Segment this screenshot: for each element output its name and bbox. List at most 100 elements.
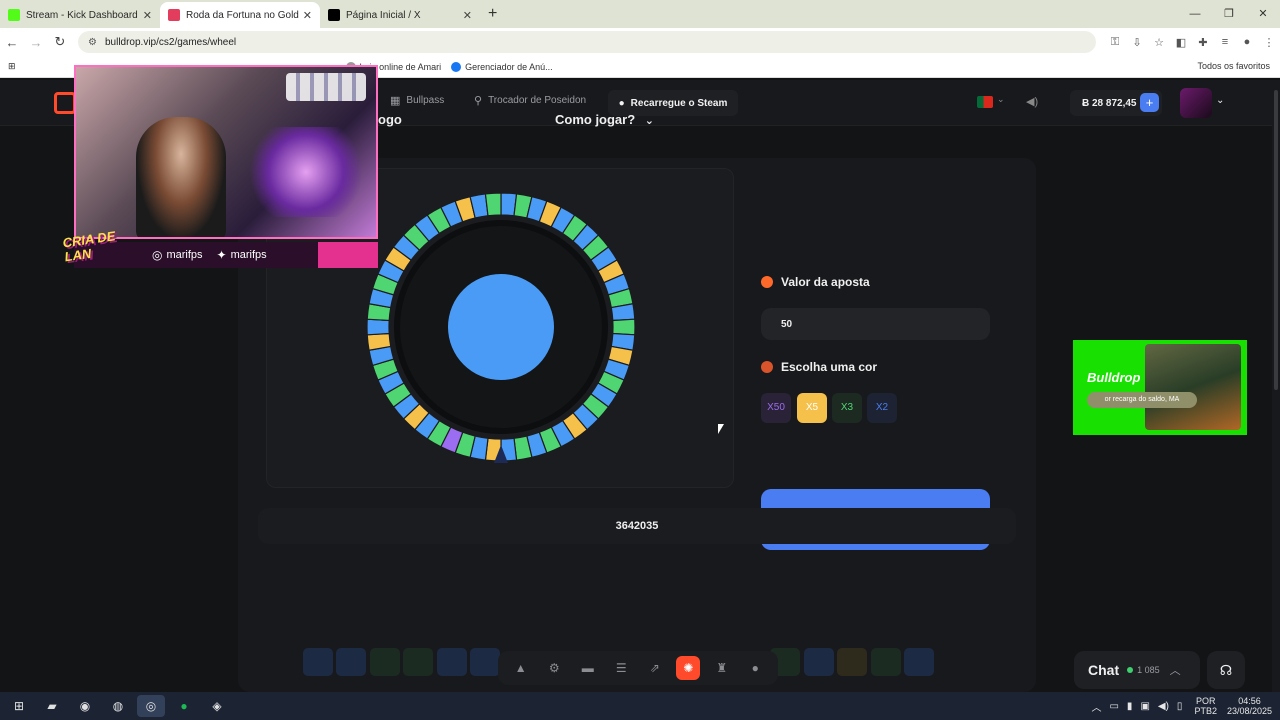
- scroll-thumb[interactable]: [1274, 90, 1278, 390]
- gear-icon[interactable]: ⚙: [542, 656, 566, 680]
- language-indicator[interactable]: POR PTB2: [1194, 696, 1217, 716]
- menu-icon[interactable]: ⋮: [1258, 36, 1280, 49]
- hex-lights: [286, 73, 366, 101]
- install-icon[interactable]: ⇩: [1126, 36, 1148, 49]
- choose-color-label: Escolha uma cor: [761, 360, 877, 374]
- keyboard-layout: PTB2: [1194, 706, 1217, 716]
- history-cell: [403, 648, 434, 676]
- back-icon[interactable]: ←: [0, 35, 24, 50]
- upgrade-icon[interactable]: ☰: [609, 656, 633, 680]
- bookmark-label: Gerenciador de Anú...: [465, 61, 553, 72]
- history-cell: [837, 648, 868, 676]
- all-bookmarks[interactable]: Todos os favoritos: [1197, 61, 1270, 71]
- language-flag-icon[interactable]: [977, 96, 993, 108]
- window-controls: — ❐ ✕: [1178, 0, 1280, 28]
- bet-amount-input[interactable]: 50: [761, 308, 990, 340]
- date: 23/08/2025: [1226, 706, 1272, 716]
- network-icon[interactable]: ▭: [1109, 701, 1118, 712]
- chevron-up-icon[interactable]: ︿: [1091, 699, 1101, 714]
- round-id-bar: 3642035: [258, 508, 1016, 544]
- chevron-down-icon[interactable]: ⌄: [1216, 95, 1224, 106]
- tab-label: Página Inicial / X: [346, 9, 421, 21]
- ad-cta: or recarga do saldo, MA: [1087, 392, 1197, 408]
- bulldrop-icon: [168, 9, 180, 21]
- profile-icon[interactable]: ●: [1236, 36, 1258, 49]
- tower-icon[interactable]: ♜: [710, 656, 734, 680]
- tab-label: Stream - Kick Dashboard: [26, 9, 138, 21]
- color-x2-button[interactable]: X2: [867, 393, 897, 423]
- chevron-down-icon[interactable]: ⌄: [997, 94, 1005, 105]
- stats-icon[interactable]: ⇗: [643, 656, 667, 680]
- extension-icon[interactable]: ◧: [1170, 36, 1192, 49]
- twitter-icon: ✦: [216, 248, 227, 262]
- media-icon[interactable]: ≡: [1214, 36, 1236, 49]
- apps-icon[interactable]: ⊞: [8, 61, 16, 72]
- promo-banner[interactable]: Bulldrop or recarga do saldo, MA: [1073, 340, 1247, 435]
- star-icon[interactable]: ☆: [1148, 36, 1170, 49]
- chevron-up-icon: ︿: [1169, 665, 1181, 677]
- bookmark-item[interactable]: Gerenciador de Anú...: [451, 61, 553, 72]
- color-x3-button[interactable]: X3: [832, 393, 862, 423]
- site-info-icon[interactable]: ⚙: [88, 37, 97, 48]
- key-icon[interactable]: ⚿: [1104, 36, 1126, 49]
- wheel-icon[interactable]: ✺: [676, 656, 701, 680]
- nav-trader[interactable]: ⚲ Trocador de Poseidon: [474, 94, 586, 107]
- mouse-cursor: [718, 424, 724, 434]
- support-headset-icon[interactable]: ☊: [1207, 651, 1245, 689]
- sound-icon[interactable]: ◀): [1026, 95, 1038, 108]
- webcam-overlay: [74, 65, 378, 239]
- forward-icon[interactable]: →: [24, 35, 48, 50]
- bet-amount-label: Valor da aposta: [761, 275, 870, 289]
- close-icon[interactable]: ✕: [143, 9, 152, 22]
- history-cell: [904, 648, 935, 676]
- windows-start-icon[interactable]: ⊞: [5, 695, 33, 717]
- color-x5-button[interactable]: X5: [797, 393, 827, 423]
- new-tab-button[interactable]: +: [488, 2, 497, 28]
- cases-icon[interactable]: ▬: [576, 656, 600, 680]
- bomb-icon[interactable]: ●: [743, 656, 767, 680]
- reload-icon[interactable]: ↻: [48, 34, 72, 50]
- volume-icon[interactable]: ◀): [1158, 701, 1169, 712]
- avatar[interactable]: [1180, 88, 1212, 118]
- deposit-button[interactable]: +: [1140, 93, 1159, 112]
- wheel-center: [448, 274, 554, 380]
- display-icon[interactable]: ▣: [1140, 701, 1149, 712]
- spotify-icon[interactable]: ●: [170, 695, 198, 717]
- history-cell: [469, 648, 500, 676]
- app-icon[interactable]: ◍: [104, 695, 132, 717]
- close-icon[interactable]: ✕: [463, 9, 472, 22]
- how-to-play-dropdown[interactable]: Como jogar? ⌄: [555, 112, 654, 127]
- puzzle-icon[interactable]: ✚: [1192, 36, 1214, 49]
- tab-wheel-game[interactable]: Roda da Fortuna no Gold Stand ✕: [160, 2, 320, 28]
- mic-icon[interactable]: ▮: [1127, 701, 1133, 712]
- restore-button[interactable]: ❐: [1212, 0, 1246, 28]
- chevron-down-icon: ⌄: [644, 115, 655, 127]
- windows-taskbar: ⊞ ▰ ◉ ◍ ◎ ● ◈ ︿ ▭ ▮ ▣ ◀) ▯ POR PTB2 04:5…: [0, 692, 1280, 720]
- chat-button[interactable]: Chat 1 085 ︿: [1074, 651, 1200, 689]
- bulldrop-logo[interactable]: [54, 92, 76, 114]
- chrome-icon[interactable]: ◎: [137, 695, 165, 717]
- steam-icon[interactable]: ◈: [203, 695, 231, 717]
- battery-icon[interactable]: ▯: [1177, 701, 1183, 712]
- coins-icon: [761, 276, 773, 288]
- label-text: Valor da aposta: [781, 275, 870, 289]
- x-icon: [328, 9, 340, 21]
- balance-value: Ƀ 28 872,45: [1082, 97, 1137, 109]
- minimize-button[interactable]: —: [1178, 0, 1212, 28]
- url-field[interactable]: ⚙ bulldrop.vip/cs2/games/wheel: [78, 31, 1096, 53]
- nav-bullpass[interactable]: ▦ Bullpass: [390, 94, 444, 107]
- tab-kick-dashboard[interactable]: Stream - Kick Dashboard ✕: [0, 2, 160, 28]
- history-cell: [303, 648, 333, 676]
- tab-x-home[interactable]: Página Inicial / X ✕: [320, 2, 480, 28]
- room-light: [246, 127, 366, 217]
- page-scrollbar[interactable]: [1272, 80, 1280, 692]
- wheel-segment: [366, 318, 390, 336]
- file-explorer-icon[interactable]: ▰: [38, 695, 66, 717]
- clock[interactable]: 04:56 23/08/2025: [1227, 696, 1272, 716]
- crash-icon[interactable]: ▲: [509, 656, 533, 680]
- close-window-button[interactable]: ✕: [1246, 0, 1280, 28]
- obs-icon[interactable]: ◉: [71, 695, 99, 717]
- close-icon[interactable]: ✕: [303, 9, 312, 22]
- color-x50-button[interactable]: X50: [761, 393, 791, 423]
- browser-tab-bar: Stream - Kick Dashboard ✕ Roda da Fortun…: [0, 0, 1280, 28]
